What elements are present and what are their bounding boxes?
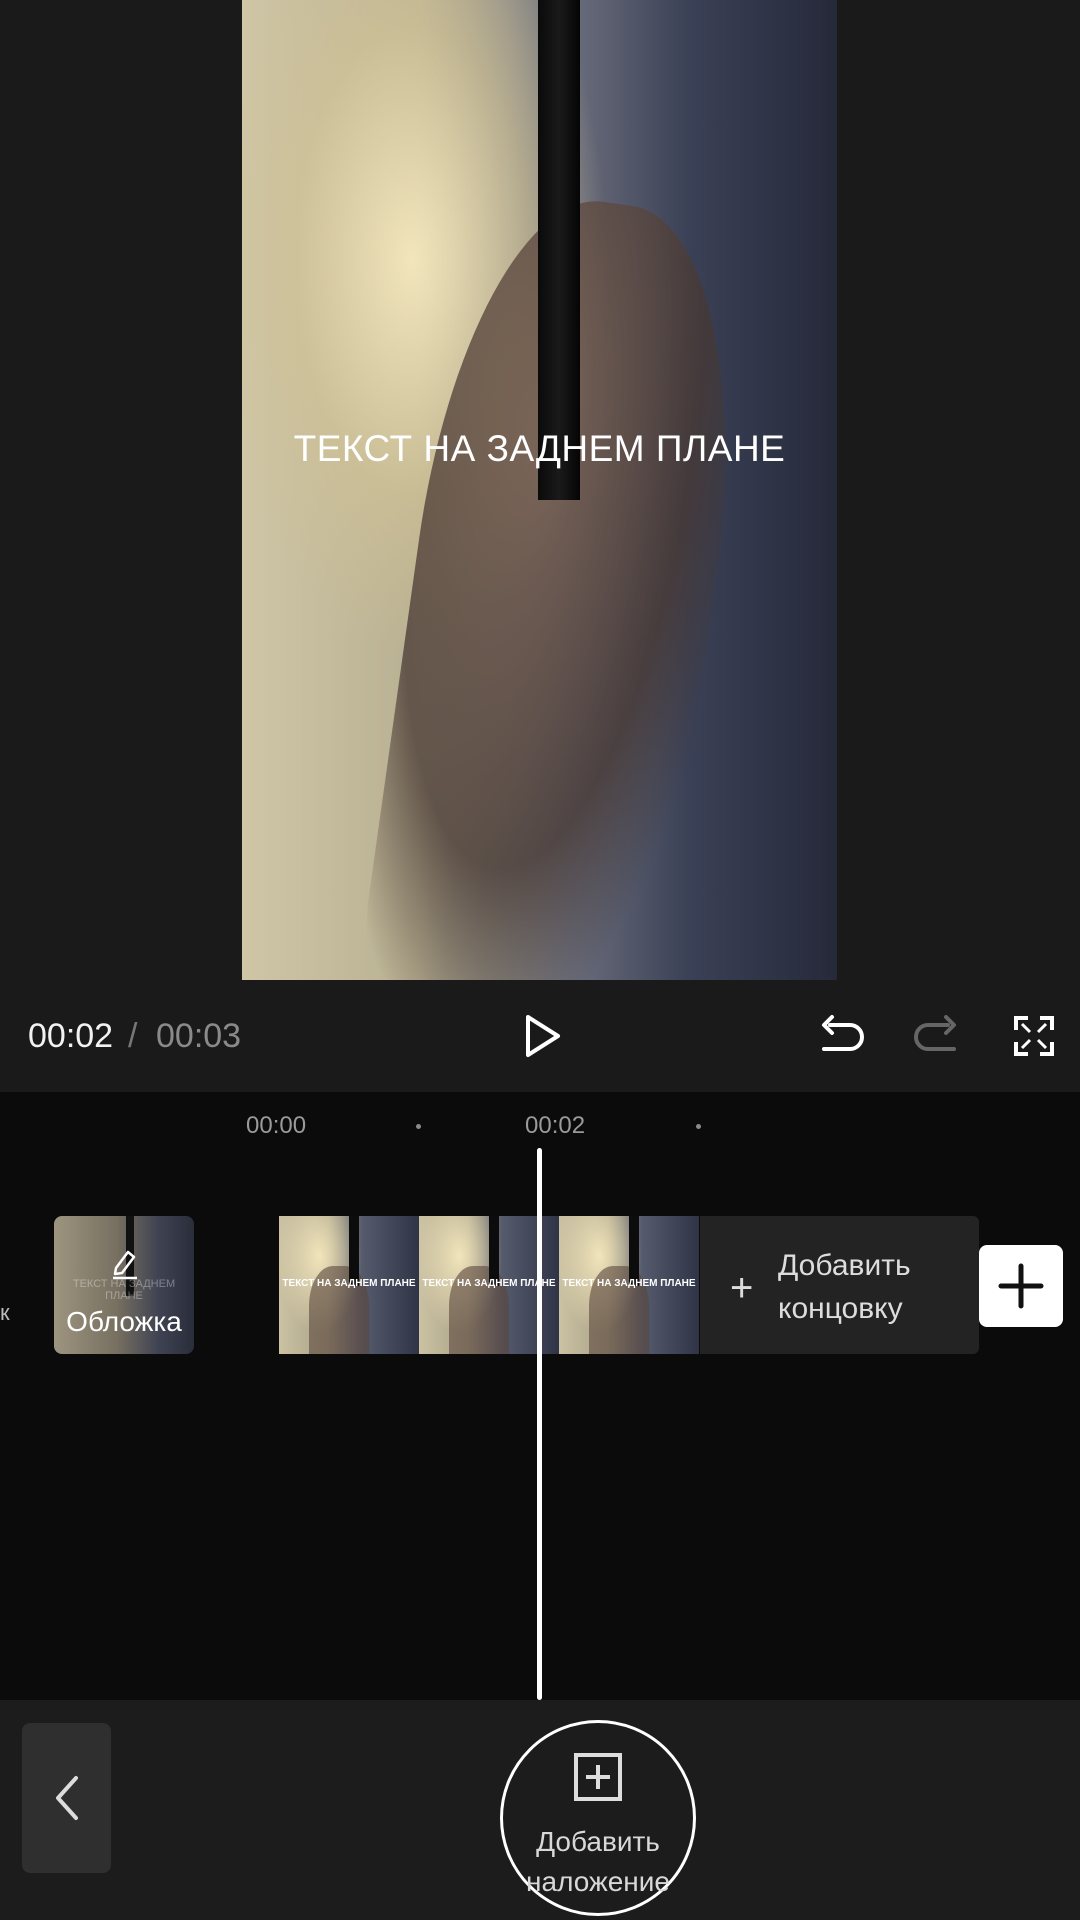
add-overlay-label: Добавить наложение <box>526 1826 670 1897</box>
tick-label: 00:02 <box>525 1112 586 1139</box>
cover-button[interactable]: ТЕКСТ НА ЗАДНЕМ ПЛАНЕ Обложка <box>54 1216 194 1354</box>
tick-label: 00:00 <box>246 1112 307 1139</box>
add-ending-plus-icon: + <box>730 1266 754 1310</box>
chevron-left-icon <box>55 1776 78 1820</box>
overlay-text[interactable]: ТЕКСТ НА ЗАДНЕМ ПЛАНЕ <box>242 428 837 470</box>
undo-button[interactable] <box>812 1010 868 1062</box>
back-button[interactable] <box>22 1723 111 1873</box>
time-separator: / <box>128 1017 138 1055</box>
fullscreen-icon <box>1014 1016 1054 1056</box>
redo-icon <box>914 1015 956 1051</box>
video-preview[interactable]: ТЕКСТ НА ЗАДНЕМ ПЛАНЕ <box>0 0 1080 980</box>
clip-thumb-bar <box>629 1216 639 1286</box>
plus-square-icon <box>574 1753 622 1801</box>
tick-dot <box>696 1124 701 1129</box>
time-current: 00:02 <box>28 1017 114 1055</box>
video-frame: ТЕКСТ НА ЗАДНЕМ ПЛАНЕ <box>242 0 837 980</box>
redo-button[interactable] <box>910 1010 966 1062</box>
playhead[interactable] <box>537 1148 542 1700</box>
clip-thumb-text: ТЕКСТ НА ЗАДНЕМ ПЛАНЕ <box>562 1278 696 1289</box>
clip-thumb-bar <box>489 1216 499 1286</box>
time-total: 00:03 <box>156 1017 242 1055</box>
tick-dot <box>416 1124 421 1129</box>
undo-icon <box>822 1015 864 1051</box>
add-ending-label: Добавить концовку <box>778 1249 911 1325</box>
add-clip-button[interactable] <box>979 1245 1063 1327</box>
cover-thumb-text: ТЕКСТ НА ЗАДНЕМ ПЛАНЕ <box>72 1278 176 1302</box>
video-clip-thumb[interactable]: ТЕКСТ НА ЗАДНЕМ ПЛАНЕ <box>279 1216 419 1354</box>
edit-icon <box>113 1250 137 1280</box>
clip-thumb-text: ТЕКСТ НА ЗАДНЕМ ПЛАНЕ <box>282 1278 416 1289</box>
clip-thumb-bar <box>349 1216 359 1286</box>
plus-icon <box>998 1263 1044 1309</box>
play-icon <box>526 1015 560 1057</box>
video-clip-thumb[interactable]: ТЕКСТ НА ЗАДНЕМ ПЛАНЕ <box>559 1216 699 1354</box>
fullscreen-button[interactable] <box>1006 1010 1062 1062</box>
left-edge-text: к <box>0 1300 10 1325</box>
cover-label: Обложка <box>66 1306 182 1337</box>
phone-image <box>538 0 580 500</box>
play-button[interactable] <box>514 1010 570 1062</box>
